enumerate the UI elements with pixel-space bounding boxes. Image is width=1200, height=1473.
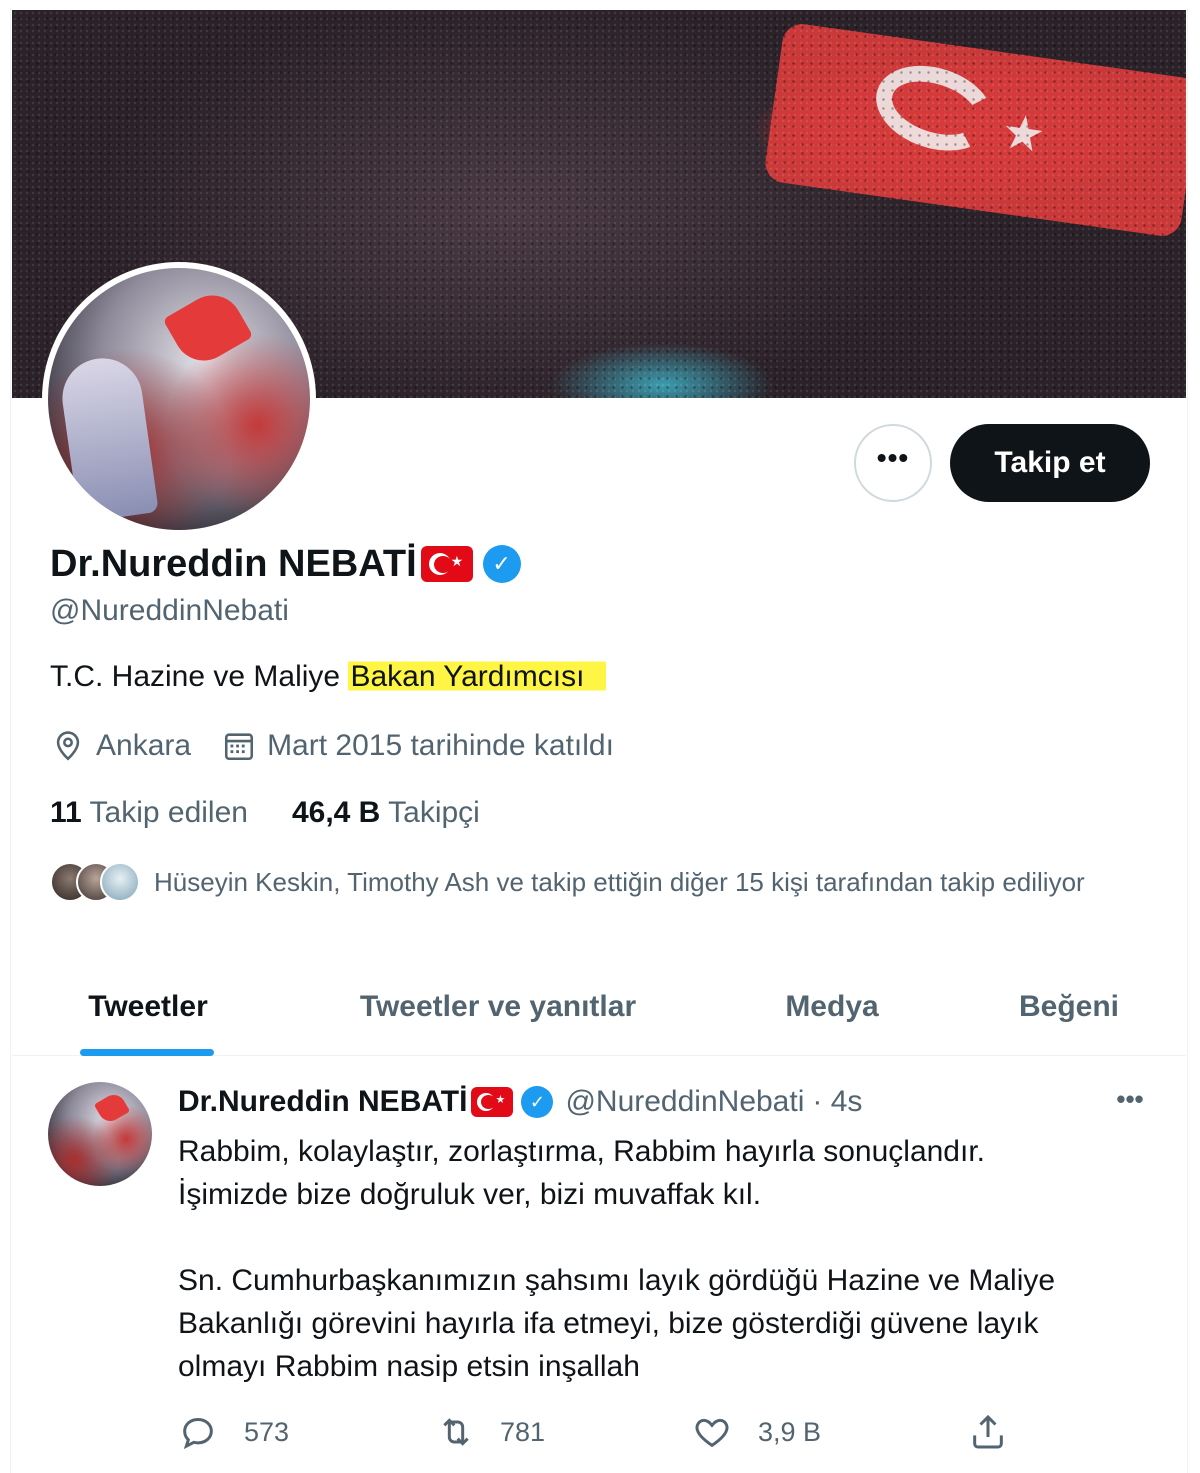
tab-label: Tweetler	[88, 990, 208, 1023]
tweet-line: Sn. Cumhurbaşkanımızın şahsımı layık gör…	[178, 1264, 1056, 1297]
tweet-timestamp[interactable]: · 4s	[812, 1085, 862, 1119]
tweet-line-blank	[178, 1216, 1158, 1259]
profile-tabs: Tweetler Tweetler ve yanıtlar Medya Beğe…	[12, 958, 1186, 1056]
profile-handle: @NureddinNebati	[50, 594, 289, 627]
tab-likes[interactable]: Beğeni	[952, 958, 1186, 1056]
display-name: Dr.Nureddin NEBATİ	[50, 542, 417, 585]
turkey-flag-icon: ★	[471, 1087, 514, 1117]
reply-button[interactable]: 573	[178, 1412, 289, 1452]
tab-media[interactable]: Medya	[712, 958, 952, 1056]
location-text: Ankara	[96, 729, 192, 762]
followers-link[interactable]: 46,4 B Takipçi	[292, 796, 480, 830]
tweet-more-button[interactable]: •••	[1108, 1084, 1152, 1124]
location-pin-icon	[50, 728, 86, 764]
followed-by-text: Hüseyin Keskin, Timothy Ash ve takip ett…	[154, 866, 1085, 897]
share-button[interactable]	[968, 1412, 1008, 1452]
tweet-line: İşimizde bize doğruluk ver, bizi muvaffa…	[178, 1178, 762, 1211]
profile-avatar[interactable]	[42, 262, 316, 536]
retweet-icon	[443, 1418, 469, 1446]
retweet-button[interactable]: 781	[436, 1412, 545, 1452]
share-icon	[973, 1414, 1003, 1449]
tweet-avatar[interactable]	[48, 1082, 152, 1186]
following-count: 11	[50, 796, 82, 829]
tab-label: Tweetler ve yanıtlar	[359, 990, 637, 1023]
verified-badge-icon[interactable]: ✓	[482, 545, 521, 583]
tweet-header: Dr.Nureddin NEBATİ ★ ✓ @NureddinNebati ·…	[178, 1080, 862, 1124]
tab-label: Medya	[785, 990, 879, 1023]
retweet-count: 781	[500, 1416, 546, 1447]
turkey-flag-icon: ★	[420, 546, 473, 582]
more-options-button[interactable]: •••	[854, 424, 932, 502]
following-link[interactable]: 11 Takip edilen	[50, 796, 248, 830]
mutual-avatars	[50, 862, 140, 902]
active-tab-indicator	[80, 1049, 214, 1056]
bio-highlighted-text: Bakan Yardımcısı	[348, 660, 607, 693]
profile-bio: T.C. Hazine ve Maliye Bakan Yardımcısı	[50, 660, 607, 694]
tweet-line: Bakanlığı görevini hayırla ifa etmeyi, b…	[178, 1307, 1039, 1340]
reply-icon	[183, 1417, 213, 1450]
profile-stats: 11 Takip edilen 46,4 B Takipçi	[50, 796, 480, 830]
heart-icon	[695, 1418, 729, 1448]
tweet-text: Rabbim, kolaylaştır, zorlaştırma, Rabbim…	[178, 1130, 1158, 1388]
reply-count: 573	[244, 1416, 290, 1447]
more-dots-icon: •••	[876, 442, 910, 473]
calendar-icon	[221, 728, 257, 764]
followers-you-know[interactable]: Hüseyin Keskin, Timothy Ash ve takip ett…	[50, 862, 1085, 902]
tab-label: Beğeni	[1018, 990, 1120, 1023]
like-button[interactable]: 3,9 B	[692, 1412, 821, 1452]
profile-name-row: Dr.Nureddin NEBATİ ★ ✓	[50, 540, 521, 588]
bio-text: T.C. Hazine ve Maliye	[50, 660, 349, 693]
like-count: 3,9 B	[758, 1416, 822, 1447]
banner-flag: ★	[762, 21, 1186, 239]
profile-meta: Ankara Mart 2015 tarihinde katıldı	[50, 728, 614, 764]
tweet-author-name[interactable]: Dr.Nureddin NEBATİ	[178, 1085, 467, 1119]
followers-count: 46,4 B	[291, 796, 381, 829]
tweet-actions: 573 781 3,9 B	[178, 1412, 1018, 1462]
tweet-line: olmayı Rabbim nasip etsin inşallah	[178, 1350, 640, 1383]
tab-tweets[interactable]: Tweetler	[12, 958, 284, 1056]
tweet-line: Rabbim, kolaylaştır, zorlaştırma, Rabbim…	[178, 1135, 985, 1168]
following-label: Takip edilen	[89, 796, 248, 829]
follow-button[interactable]: Takip et	[950, 424, 1150, 502]
verified-badge-icon[interactable]: ✓	[521, 1086, 554, 1118]
joined-text: Mart 2015 tarihinde katıldı	[267, 729, 614, 762]
followers-label: Takipçi	[388, 796, 480, 829]
avatar	[100, 862, 140, 902]
tab-tweets-and-replies[interactable]: Tweetler ve yanıtlar	[284, 958, 712, 1056]
tweet-author-handle[interactable]: @NureddinNebati	[565, 1085, 804, 1119]
